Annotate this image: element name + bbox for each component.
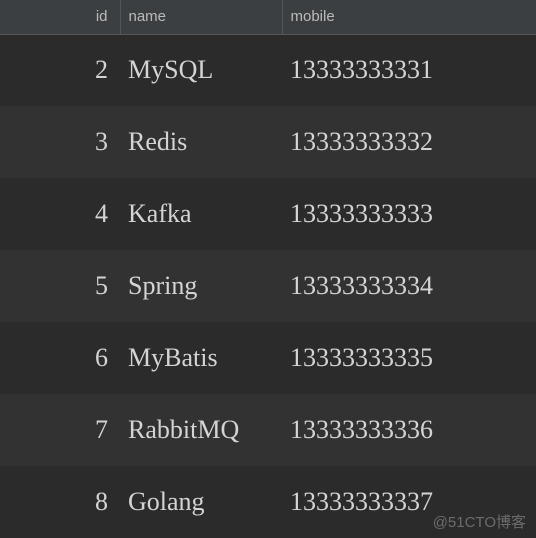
table-row[interactable]: 2 MySQL 13333333331 [0, 34, 536, 106]
table-row[interactable]: 3 Redis 13333333332 [0, 106, 536, 178]
cell-id: 8 [0, 466, 120, 538]
cell-name: Kafka [120, 178, 282, 250]
cell-name: MyBatis [120, 322, 282, 394]
cell-mobile: 13333333331 [282, 34, 536, 106]
cell-id: 7 [0, 394, 120, 466]
table-row[interactable]: 4 Kafka 13333333333 [0, 178, 536, 250]
cell-id: 5 [0, 250, 120, 322]
table-row[interactable]: 6 MyBatis 13333333335 [0, 322, 536, 394]
table-row[interactable]: 5 Spring 13333333334 [0, 250, 536, 322]
cell-mobile: 13333333333 [282, 178, 536, 250]
cell-mobile: 13333333336 [282, 394, 536, 466]
cell-mobile: 13333333334 [282, 250, 536, 322]
cell-name: Redis [120, 106, 282, 178]
column-header-id[interactable]: id [0, 0, 120, 34]
cell-name: Golang [120, 466, 282, 538]
column-header-mobile[interactable]: mobile [282, 0, 536, 34]
cell-name: Spring [120, 250, 282, 322]
cell-id: 4 [0, 178, 120, 250]
table-body: 2 MySQL 13333333331 3 Redis 13333333332 … [0, 34, 536, 538]
cell-mobile: 13333333335 [282, 322, 536, 394]
table-row[interactable]: 7 RabbitMQ 13333333336 [0, 394, 536, 466]
cell-id: 2 [0, 34, 120, 106]
data-table: id name mobile 2 MySQL 13333333331 3 Red… [0, 0, 536, 538]
watermark-text: @51CTO博客 [433, 511, 526, 532]
cell-id: 3 [0, 106, 120, 178]
cell-mobile: 13333333332 [282, 106, 536, 178]
cell-name: MySQL [120, 34, 282, 106]
table-header-row: id name mobile [0, 0, 536, 34]
column-header-name[interactable]: name [120, 0, 282, 34]
cell-name: RabbitMQ [120, 394, 282, 466]
cell-id: 6 [0, 322, 120, 394]
